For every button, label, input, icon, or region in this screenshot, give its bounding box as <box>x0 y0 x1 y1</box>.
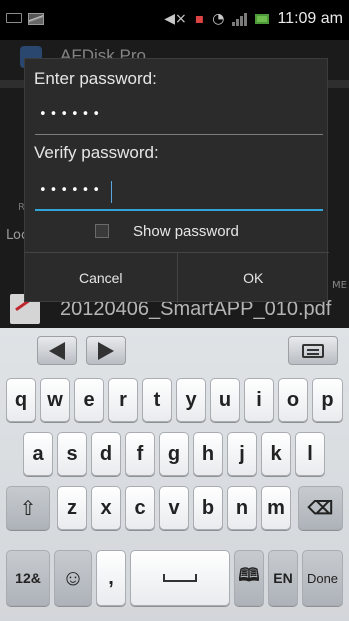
arrow-right-icon <box>98 341 114 360</box>
key-m[interactable]: m <box>261 486 291 530</box>
cursor-right-button[interactable] <box>86 336 126 365</box>
verify-password-label: Verify password: <box>34 143 159 162</box>
emoji-key[interactable]: ☺ <box>54 550 92 606</box>
battery-icon <box>255 14 270 24</box>
key-k[interactable]: k <box>261 432 291 476</box>
wifi-icon: ◔ <box>212 11 225 27</box>
key-v[interactable]: v <box>159 486 189 530</box>
verify-password-value: •••••• <box>39 183 104 198</box>
shift-key[interactable]: ⇧ <box>6 486 50 530</box>
status-right-icons: ◀× ▪ ◔ 11:09 am <box>164 9 343 29</box>
language-label: EN <box>273 570 293 586</box>
backspace-key[interactable]: ⌫ <box>298 486 343 530</box>
mode-switch-key[interactable]: 12& <box>6 550 50 606</box>
soft-keyboard: q w e r t y u i o p a s d f g h j k l ⇧ … <box>0 328 349 621</box>
key-q[interactable]: q <box>6 378 36 422</box>
key-c[interactable]: c <box>125 486 155 530</box>
key-t[interactable]: t <box>142 378 172 422</box>
show-password-checkbox[interactable] <box>95 224 109 238</box>
key-p[interactable]: p <box>312 378 343 422</box>
language-key[interactable]: EN <box>268 550 298 606</box>
done-key[interactable]: Done <box>302 550 343 606</box>
key-i[interactable]: i <box>244 378 274 422</box>
enter-password-value: •••••• <box>39 107 104 122</box>
key-g[interactable]: g <box>159 432 189 476</box>
key-w[interactable]: w <box>40 378 70 422</box>
show-password-label: Show password <box>133 222 239 240</box>
book-icon: 🕮 <box>238 565 260 585</box>
notification-icon: ▪ <box>194 11 205 27</box>
space-key[interactable] <box>130 550 230 606</box>
background-label-me: ME <box>332 280 347 291</box>
cancel-button[interactable]: Cancel <box>25 253 177 303</box>
usb-icon <box>6 13 22 23</box>
key-n[interactable]: n <box>227 486 257 530</box>
key-s[interactable]: s <box>57 432 87 476</box>
cursor-left-button[interactable] <box>37 336 77 365</box>
status-time: 11:09 am <box>277 10 343 27</box>
key-o[interactable]: o <box>278 378 308 422</box>
text-caret <box>111 181 112 203</box>
key-u[interactable]: u <box>210 378 240 422</box>
status-bar: ◀× ▪ ◔ 11:09 am <box>0 0 349 40</box>
smiley-icon: ☺ <box>61 565 85 590</box>
key-z[interactable]: z <box>57 486 87 530</box>
key-y[interactable]: y <box>176 378 206 422</box>
key-l[interactable]: l <box>295 432 325 476</box>
key-h[interactable]: h <box>193 432 223 476</box>
key-f[interactable]: f <box>125 432 155 476</box>
key-e[interactable]: e <box>74 378 104 422</box>
arrow-left-icon <box>49 341 65 360</box>
dialog-button-bar: Cancel OK <box>25 252 329 303</box>
shift-icon: ⇧ <box>19 497 37 520</box>
done-label: Done <box>306 570 339 586</box>
key-d[interactable]: d <box>91 432 121 476</box>
enter-password-label: Enter password: <box>34 69 157 88</box>
keyboard-toolbar <box>0 328 349 374</box>
key-comma[interactable]: , <box>96 550 126 606</box>
ok-button[interactable]: OK <box>176 253 330 303</box>
dictionary-key[interactable]: 🕮 <box>234 550 264 606</box>
hide-keyboard-button[interactable] <box>288 336 338 365</box>
status-left-icons <box>6 13 44 25</box>
key-r[interactable]: r <box>108 378 138 422</box>
key-b[interactable]: b <box>193 486 223 530</box>
show-password-row[interactable]: Show password <box>95 219 239 243</box>
signal-icon <box>232 12 248 26</box>
password-dialog: Enter password: •••••• Verify password: … <box>24 58 329 303</box>
enter-password-field[interactable]: •••••• <box>35 99 323 135</box>
gallery-icon <box>28 13 44 25</box>
key-x[interactable]: x <box>91 486 121 530</box>
backspace-icon: ⌫ <box>307 497 334 518</box>
key-j[interactable]: j <box>227 432 257 476</box>
mode-switch-label: 12& <box>15 570 41 586</box>
mute-icon: ◀× <box>164 11 187 27</box>
space-bar-icon <box>163 574 197 582</box>
key-a[interactable]: a <box>23 432 53 476</box>
verify-password-field[interactable]: •••••• <box>35 175 323 211</box>
keyboard-icon <box>302 343 324 358</box>
